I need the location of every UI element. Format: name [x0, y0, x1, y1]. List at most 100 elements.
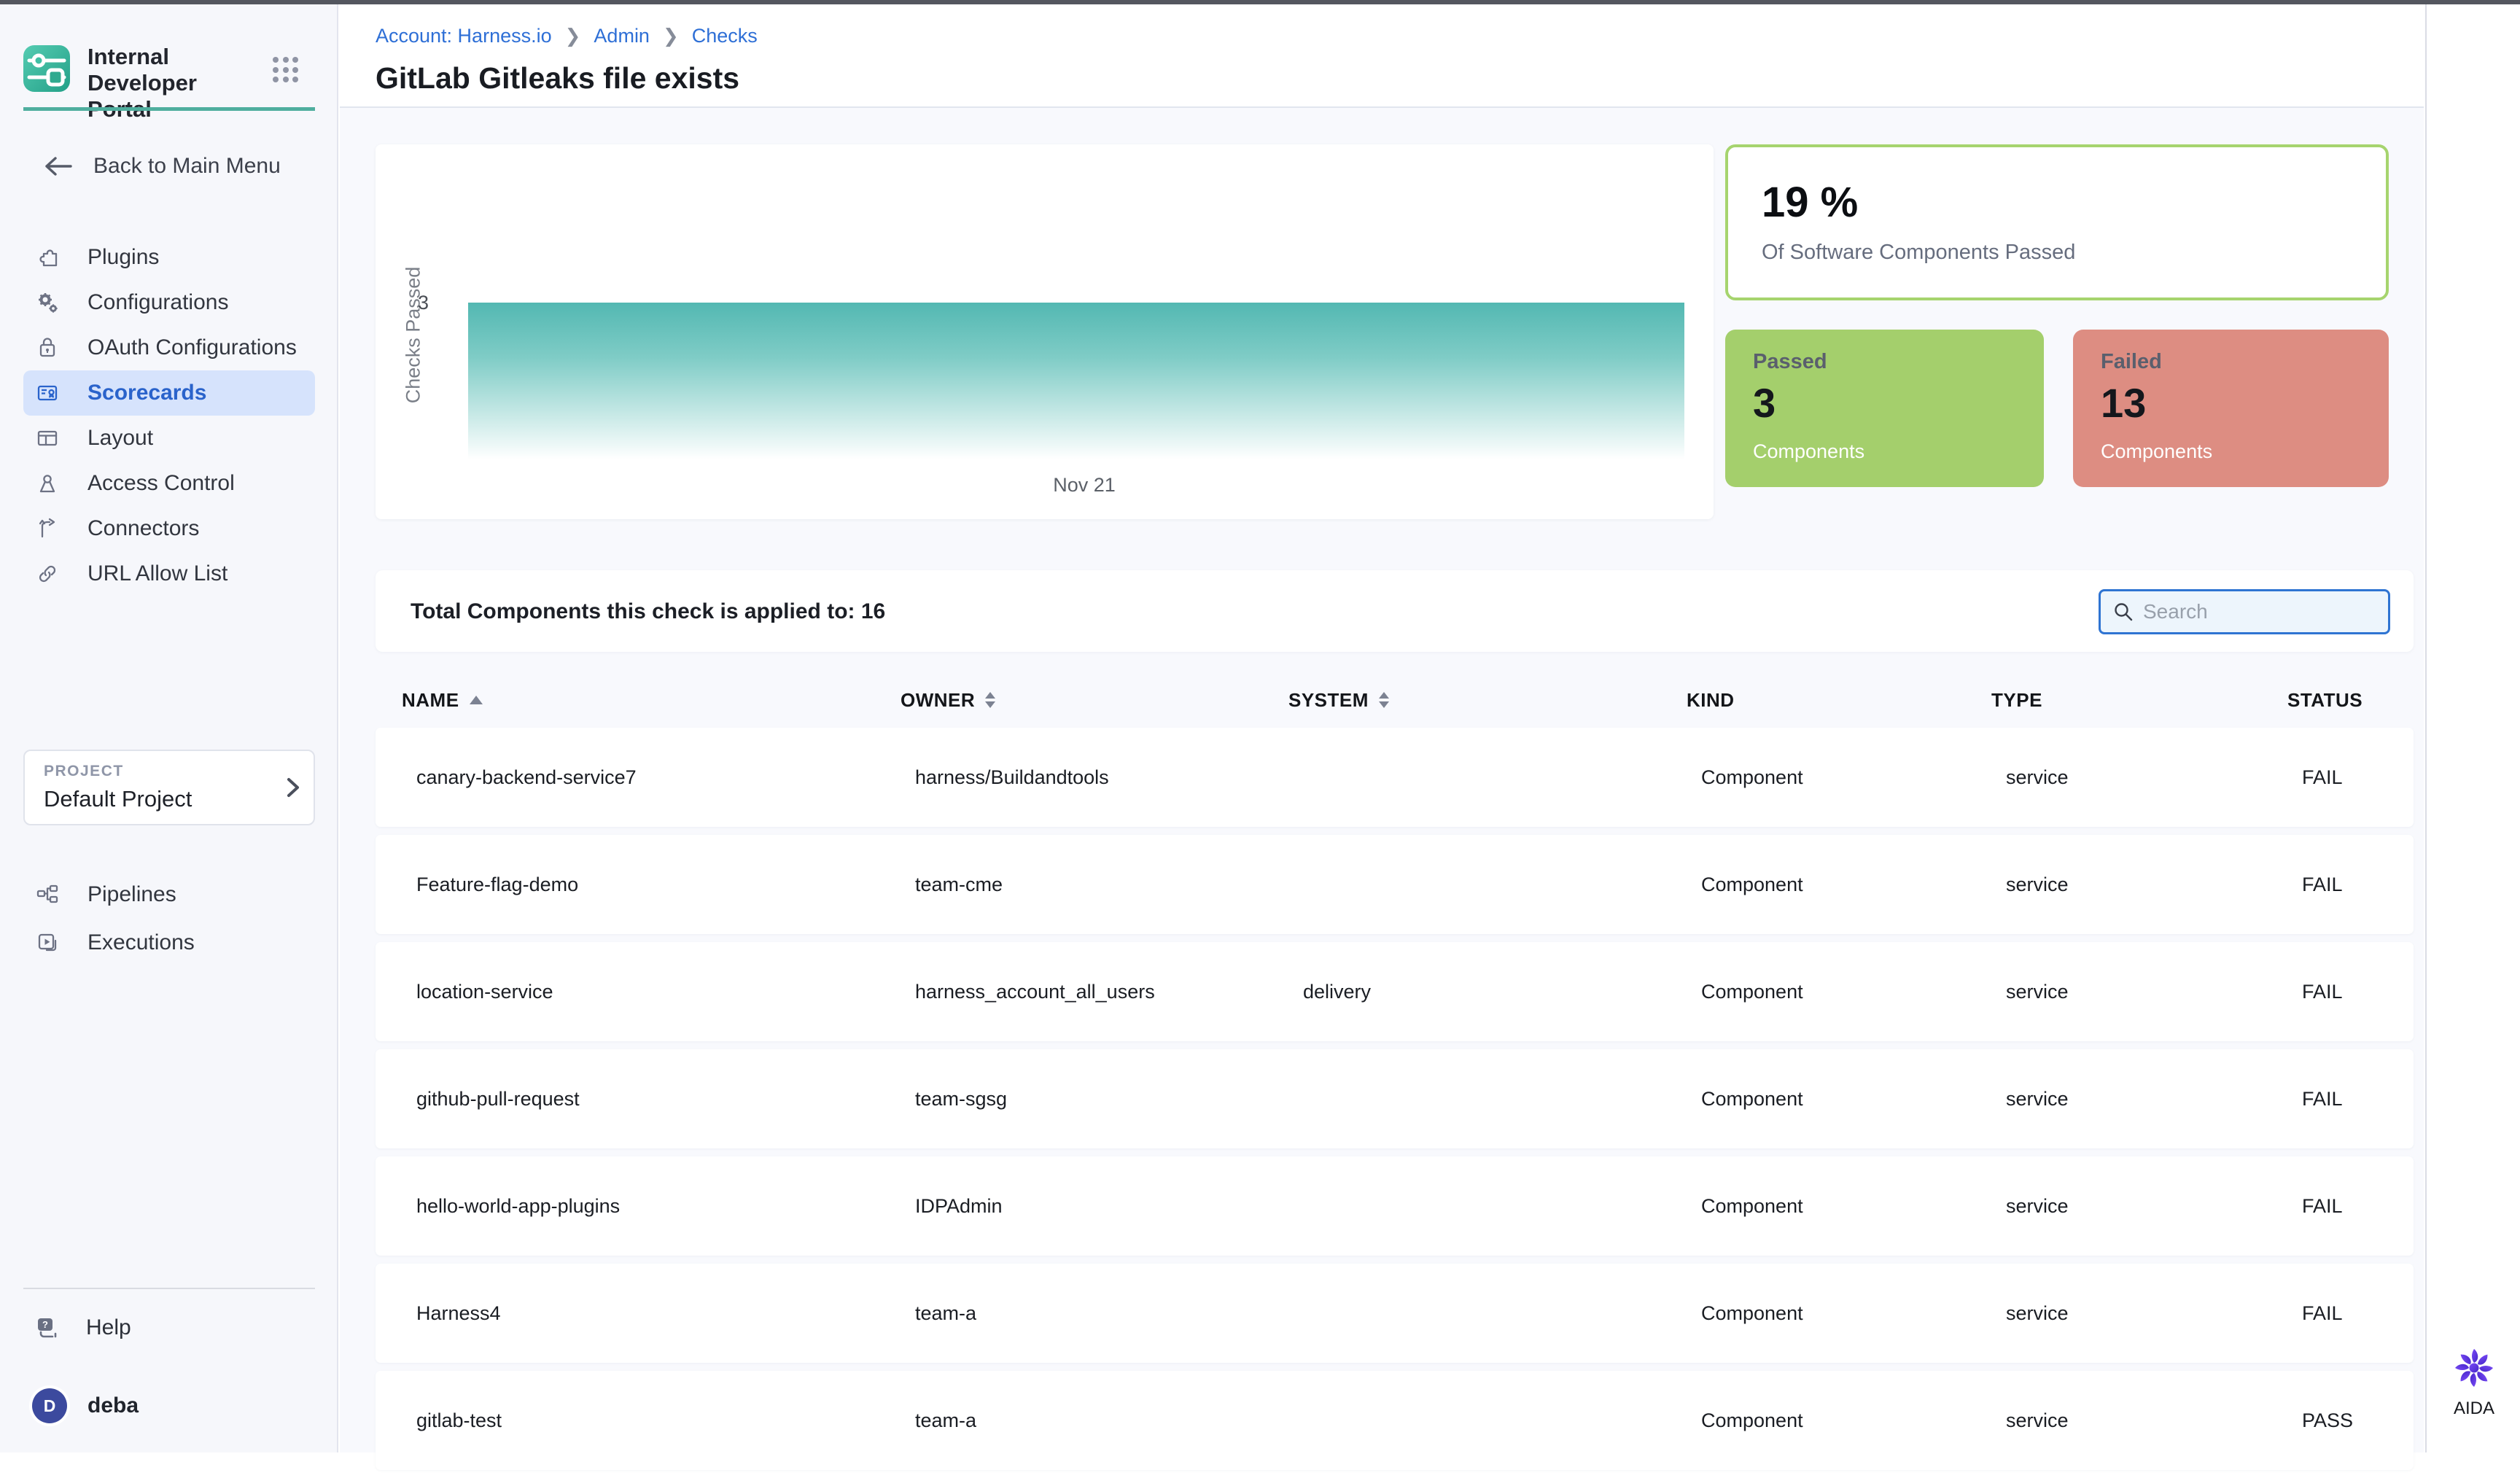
table-row[interactable]: canary-backend-service7 harness/Buildand…: [376, 728, 2414, 827]
puzzle-icon: [35, 245, 60, 270]
help-button[interactable]: ? Help: [23, 1308, 315, 1347]
breadcrumb-checks-link[interactable]: Checks: [692, 25, 758, 47]
project-selector[interactable]: PROJECT Default Project: [23, 750, 315, 825]
person-icon: [35, 471, 60, 496]
cell-status: FAIL: [2302, 981, 2414, 1003]
breadcrumb: Account: Harness.io ❯ Admin ❯ Checks: [376, 25, 758, 47]
sidebar-item-url-allow-list[interactable]: URL Allow List: [23, 551, 315, 596]
percent-passed-caption: Of Software Components Passed: [1762, 241, 2075, 265]
cell-status: FAIL: [2302, 1302, 2414, 1325]
brand-accent-rule: [23, 107, 315, 111]
table-row[interactable]: location-service harness_account_all_use…: [376, 942, 2414, 1041]
breadcrumb-admin-link[interactable]: Admin: [594, 25, 650, 47]
aida-label: AIDA: [2427, 1399, 2520, 1419]
page-header: Account: Harness.io ❯ Admin ❯ Checks Git…: [340, 4, 2424, 108]
sidebar: Internal Developer Portal Back to Main M…: [0, 4, 338, 1452]
sidebar-divider: [23, 1288, 315, 1289]
chart-y-axis-label: Checks Passed: [402, 241, 425, 430]
search-input[interactable]: [2143, 600, 2384, 623]
table-row[interactable]: Harness4 team-a Component service FAIL: [376, 1264, 2414, 1363]
gears-icon: [35, 290, 60, 315]
cell-status: FAIL: [2302, 874, 2414, 896]
cell-name: hello-world-app-plugins: [416, 1195, 915, 1218]
components-toolbar: Total Components this check is applied t…: [376, 570, 2414, 652]
sort-both-icon: [1379, 692, 1389, 708]
table-row[interactable]: hello-world-app-plugins IDPAdmin Compone…: [376, 1156, 2414, 1256]
column-header-system[interactable]: SYSTEM: [1288, 689, 1687, 712]
layout-icon: [35, 426, 60, 451]
search-box[interactable]: [2099, 589, 2390, 634]
cell-type: service: [2006, 874, 2302, 896]
cell-type: service: [2006, 1302, 2302, 1325]
sidebar-item-connectors[interactable]: Connectors: [23, 506, 315, 551]
failed-caption: Components: [2101, 440, 2212, 463]
sidebar-item-scorecards[interactable]: Scorecards: [23, 370, 315, 416]
app-switcher-icon[interactable]: [273, 57, 299, 83]
sidebar-item-executions[interactable]: Executions: [23, 919, 315, 967]
table-row[interactable]: Feature-flag-demo team-cme Component ser…: [376, 835, 2414, 934]
cell-name: Feature-flag-demo: [416, 874, 915, 896]
svg-text:?: ?: [42, 1319, 48, 1330]
page-title: GitLab Gitleaks file exists: [376, 61, 739, 96]
aida-flower-icon: [2451, 1345, 2497, 1391]
chart-area-series: [468, 303, 1684, 459]
cell-kind: Component: [1701, 1088, 2006, 1111]
cell-system: delivery: [1303, 981, 1701, 1003]
help-label: Help: [86, 1315, 131, 1340]
search-icon: [2112, 601, 2134, 623]
failed-label: Failed: [2101, 350, 2162, 374]
percent-passed-card: 19 % Of Software Components Passed: [1725, 144, 2389, 300]
cell-type: service: [2006, 981, 2302, 1003]
cell-status: PASS: [2302, 1409, 2414, 1432]
table-header: NAME OWNER SYSTEM KIND TYPE STATUS: [376, 681, 2414, 719]
sidebar-item-oauth-configurations[interactable]: OAuth Configurations: [23, 325, 315, 370]
sidebar-item-layout[interactable]: Layout: [23, 416, 315, 461]
failed-components-card: Failed 13 Components: [2073, 330, 2389, 487]
avatar: D: [32, 1388, 67, 1423]
table-row[interactable]: gitlab-test team-a Component service PAS…: [376, 1371, 2414, 1470]
chart-x-tick: Nov 21: [1011, 474, 1157, 497]
scorecard-icon: [35, 381, 60, 405]
chevron-right-icon: ❯: [565, 25, 581, 47]
breadcrumb-account-link[interactable]: Account: Harness.io: [376, 25, 552, 47]
cell-kind: Component: [1701, 874, 2006, 896]
cell-owner: IDPAdmin: [915, 1195, 1303, 1218]
sidebar-item-configurations[interactable]: Configurations: [23, 280, 315, 325]
project-name: Default Project: [44, 786, 192, 812]
cell-owner: harness_account_all_users: [915, 981, 1303, 1003]
sidebar-item-pipelines[interactable]: Pipelines: [23, 871, 315, 919]
cell-name: gitlab-test: [416, 1409, 915, 1432]
column-header-type: TYPE: [1991, 689, 2287, 712]
cell-owner: team-a: [915, 1409, 1303, 1432]
components-table: canary-backend-service7 harness/Buildand…: [376, 728, 2414, 1478]
cell-name: location-service: [416, 981, 915, 1003]
user-menu[interactable]: D deba: [23, 1387, 315, 1425]
cell-name: github-pull-request: [416, 1088, 915, 1111]
column-header-owner[interactable]: OWNER: [901, 689, 1288, 712]
sidebar-item-plugins[interactable]: Plugins: [23, 235, 315, 280]
cell-type: service: [2006, 1195, 2302, 1218]
aida-button[interactable]: AIDA: [2427, 1345, 2520, 1419]
lock-icon: [35, 335, 60, 360]
sidebar-item-access-control[interactable]: Access Control: [23, 461, 315, 506]
cell-owner: team-cme: [915, 874, 1303, 896]
chevron-right-icon: [286, 776, 300, 799]
cell-status: FAIL: [2302, 1088, 2414, 1111]
column-header-kind: KIND: [1687, 689, 1991, 712]
pipeline-icon: [35, 882, 60, 907]
back-to-main-menu-button[interactable]: Back to Main Menu: [23, 147, 315, 185]
cell-name: Harness4: [416, 1302, 915, 1325]
column-header-name[interactable]: NAME: [402, 689, 901, 712]
main-content: Account: Harness.io ❯ Admin ❯ Checks Git…: [340, 4, 2424, 1452]
cell-owner: team-sgsg: [915, 1088, 1303, 1111]
executions-icon: [35, 930, 60, 955]
checks-passed-chart: Checks Passed 3 Nov 21: [376, 144, 1714, 519]
cell-name: canary-backend-service7: [416, 766, 915, 789]
user-name: deba: [88, 1393, 139, 1418]
passed-label: Passed: [1753, 350, 1827, 374]
cell-owner: harness/Buildandtools: [915, 766, 1303, 789]
table-row[interactable]: github-pull-request team-sgsg Component …: [376, 1049, 2414, 1148]
cell-kind: Component: [1701, 1195, 2006, 1218]
failed-value: 13: [2101, 379, 2146, 427]
column-header-status: STATUS: [2287, 689, 2414, 712]
